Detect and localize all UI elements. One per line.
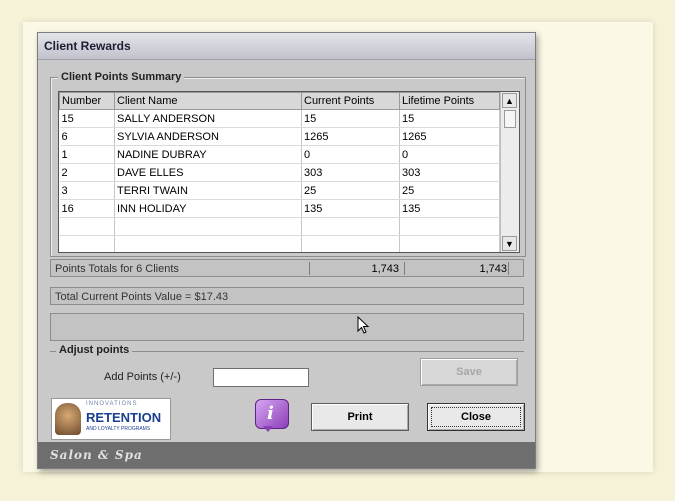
scroll-down-icon[interactable]: ▼ (502, 236, 517, 251)
cell-lifetime-points: 135 (399, 199, 500, 218)
cell-number: 15 (59, 109, 115, 128)
column-header-current-points[interactable]: Current Points (301, 92, 400, 110)
cell-lifetime-points: 0 (399, 145, 500, 164)
cell-number: 16 (59, 199, 115, 218)
cell-client-name: DAVE ELLES (114, 163, 302, 182)
cell-number (59, 217, 115, 236)
cell-client-name: NADINE DUBRAY (114, 145, 302, 164)
cell-current-points: 1265 (301, 127, 400, 146)
cell-current-points: 135 (301, 199, 400, 218)
logo-face-icon (55, 403, 81, 435)
cell-number: 3 (59, 181, 115, 200)
scroll-up-icon[interactable]: ▲ (502, 93, 517, 108)
cell-client-name: SYLVIA ANDERSON (114, 127, 302, 146)
table-row[interactable]: 1 NADINE DUBRAY 0 0 (59, 145, 500, 164)
info-button[interactable]: i (255, 399, 289, 433)
client-points-grid[interactable]: Number Client Name Current Points Lifeti… (58, 91, 520, 253)
cell-lifetime-points (399, 235, 500, 252)
table-row[interactable]: 2 DAVE ELLES 303 303 (59, 163, 500, 182)
total-lifetime-points: 1,743 (479, 263, 507, 275)
points-summary-legend: Client Points Summary (58, 71, 185, 83)
mouse-cursor-icon (357, 316, 370, 334)
totals-divider (309, 262, 310, 275)
brand-bar: Salon & Spa (38, 442, 535, 468)
brand-text: Salon & Spa (50, 448, 143, 462)
table-row[interactable]: 15 SALLY ANDERSON 15 15 (59, 109, 500, 128)
points-totals-label: Points Totals for 6 Clients (55, 263, 179, 275)
cell-client-name: INN HOLIDAY (114, 199, 302, 218)
points-value-text: Total Current Points Value = $17.43 (55, 291, 229, 303)
cell-client-name: TERRI TWAIN (114, 181, 302, 200)
add-points-label: Add Points (+/-) (104, 371, 181, 383)
cell-lifetime-points: 15 (399, 109, 500, 128)
scroll-thumb[interactable] (504, 110, 516, 128)
logo-subtitle: AND LOYALTY PROGRAMS (86, 426, 151, 432)
points-value-bar: Total Current Points Value = $17.43 (50, 287, 524, 305)
column-header-number[interactable]: Number (59, 92, 115, 110)
retention-logo: INNOVATIONS RETENTION AND LOYALTY PROGRA… (51, 398, 171, 440)
client-rewards-window: Client Rewards Client Points Summary Num… (37, 32, 536, 469)
table-row[interactable]: 6 SYLVIA ANDERSON 1265 1265 (59, 127, 500, 146)
column-header-lifetime-points[interactable]: Lifetime Points (399, 92, 500, 110)
cell-number (59, 235, 115, 252)
cell-number: 1 (59, 145, 115, 164)
cell-client-name (114, 217, 302, 236)
column-header-client-name[interactable]: Client Name (114, 92, 302, 110)
logo-title: RETENTION (86, 410, 162, 425)
adjust-points-legend: Adjust points (56, 344, 133, 356)
info-icon-tail (263, 426, 273, 432)
cell-lifetime-points: 25 (399, 181, 500, 200)
table-row-empty[interactable] (59, 217, 500, 236)
cell-number: 2 (59, 163, 115, 182)
total-current-points: 1,743 (371, 263, 399, 275)
save-button[interactable]: Save (420, 358, 518, 386)
print-button[interactable]: Print (311, 403, 409, 431)
cell-lifetime-points: 1265 (399, 127, 500, 146)
cell-lifetime-points: 303 (399, 163, 500, 182)
info-icon: i (255, 399, 289, 429)
logo-top-text: INNOVATIONS (86, 401, 138, 407)
cell-client-name: SALLY ANDERSON (114, 109, 302, 128)
status-panel (50, 313, 524, 341)
cell-current-points (301, 217, 400, 236)
cell-current-points (301, 235, 400, 252)
table-row-empty[interactable] (59, 235, 500, 252)
add-points-input[interactable] (213, 368, 309, 387)
window-title: Client Rewards (44, 39, 131, 53)
cell-current-points: 303 (301, 163, 400, 182)
title-bar[interactable]: Client Rewards (38, 33, 535, 60)
close-button[interactable]: Close (427, 403, 525, 431)
table-row[interactable]: 3 TERRI TWAIN 25 25 (59, 181, 500, 200)
cell-client-name (114, 235, 302, 252)
cell-current-points: 0 (301, 145, 400, 164)
points-totals-bar: Points Totals for 6 Clients 1,743 1,743 (50, 259, 524, 277)
cell-lifetime-points (399, 217, 500, 236)
table-header-row: Number Client Name Current Points Lifeti… (59, 92, 500, 110)
client-points-table: Number Client Name Current Points Lifeti… (59, 92, 500, 252)
table-row[interactable]: 16 INN HOLIDAY 135 135 (59, 199, 500, 218)
cell-current-points: 25 (301, 181, 400, 200)
cell-number: 6 (59, 127, 115, 146)
grid-vertical-scrollbar[interactable]: ▲ ▼ (500, 92, 519, 252)
totals-divider (508, 262, 509, 275)
cell-current-points: 15 (301, 109, 400, 128)
totals-divider (404, 262, 405, 275)
